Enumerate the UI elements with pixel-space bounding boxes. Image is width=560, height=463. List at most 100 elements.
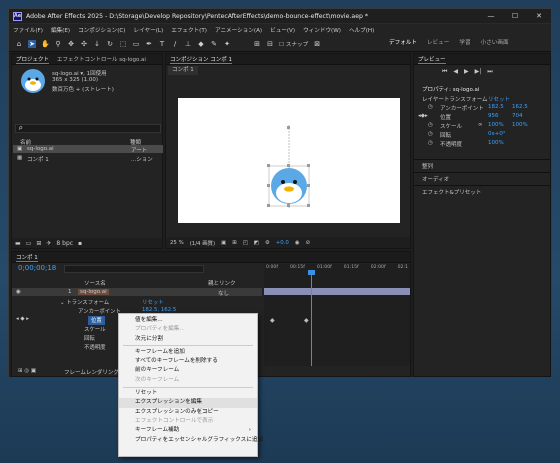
hand-tool-icon[interactable]: ✋ (41, 40, 50, 48)
menu-edit-property[interactable]: プロパティを編集... (119, 325, 257, 334)
menu-next-keyframe[interactable]: 次のキーフレーム (119, 376, 257, 385)
menu-help[interactable]: ヘルプ(H) (349, 26, 374, 34)
panel-audio[interactable]: オーディオ (422, 175, 449, 183)
parent-select[interactable]: なし (218, 289, 229, 297)
channel-icon[interactable]: ◩ (254, 240, 259, 246)
menu-add-to-essential-graphics[interactable]: プロパティをエッセンシャルグラフィックスに追加 (119, 436, 263, 445)
folder-icon[interactable]: ▭ (26, 240, 32, 247)
menu-window[interactable]: ウィンドウ(W) (303, 26, 341, 34)
last-frame-icon[interactable]: ⏭ (487, 68, 492, 76)
brush-tool-icon[interactable]: / (171, 40, 179, 48)
selection-tool-icon[interactable]: ➤ (28, 39, 36, 48)
tab-composition[interactable]: コンポジション コンポ 1 (170, 55, 232, 64)
trash-icon[interactable]: ▪ (78, 240, 82, 247)
panel-align[interactable]: 整列 (422, 162, 433, 170)
timeline-graph[interactable]: 0:00f 00:15f 01:00f 01:15f 02:00f 02:1 ◆… (264, 264, 410, 366)
interpret-icon[interactable]: ▬ (15, 240, 21, 247)
timeline-footer-icons[interactable]: ⊞ ◎ ▣ (18, 368, 36, 374)
menu-view[interactable]: ビュー(V) (270, 26, 295, 34)
zoom-select[interactable]: 25 % (170, 240, 184, 246)
panel-effects-presets[interactable]: エフェクト&プリセット (422, 188, 481, 196)
tl-prop-opacity[interactable]: 不透明度 (84, 343, 106, 352)
first-frame-icon[interactable]: ⏮ (442, 68, 447, 76)
tab-preview[interactable]: プレビュー (418, 55, 446, 64)
color-icon[interactable]: ⚙ (265, 240, 270, 246)
menu-composition[interactable]: コンポジション(C) (78, 26, 125, 34)
playhead-handle[interactable] (308, 270, 315, 275)
timeline-time[interactable]: 0;00;00;18 (18, 264, 56, 272)
menu-add-keyframe[interactable]: キーフレームを追加 (119, 348, 257, 357)
play-icon[interactable]: ▶ (464, 68, 469, 76)
prop-rotation-v1[interactable]: 0x+0° (488, 131, 506, 137)
keyframe-nav-icon[interactable]: ◂◆▸ (418, 113, 428, 119)
home-icon[interactable]: ⌂ (15, 40, 23, 48)
pen-tool-icon[interactable]: ✒ (145, 40, 153, 48)
workspace-learn[interactable]: 学習 (459, 38, 470, 46)
workspace-default[interactable]: デフォルト (389, 38, 417, 46)
grid-icon[interactable]: ⊞ (232, 240, 237, 246)
workspace-small[interactable]: 小さい画面 (481, 38, 509, 46)
tab-project[interactable]: プロジェクト (16, 55, 50, 64)
next-frame-icon[interactable]: ▶| (475, 68, 482, 76)
transform-reset[interactable]: リセット (488, 95, 510, 103)
exposure-value[interactable]: +0.0 (276, 240, 289, 246)
bpc-label[interactable]: 8 bpc (56, 240, 73, 247)
roto-tool-icon[interactable]: ✎ (210, 40, 218, 48)
tl-prop-rotation[interactable]: 回転 (84, 334, 95, 343)
snap-toggle[interactable]: ☐ スナップ (279, 40, 308, 48)
playhead[interactable] (311, 272, 312, 366)
menu-edit-expression[interactable]: エクスプレッションを編集 (119, 398, 257, 408)
transform-group[interactable]: ⌄ トランスフォーム (60, 298, 109, 307)
stopwatch-icon[interactable]: ◷ (428, 131, 433, 137)
eraser-tool-icon[interactable]: ◆ (197, 40, 205, 48)
workspace-review[interactable]: レビュー (427, 38, 449, 46)
comp-subtab[interactable]: コンポ 1 (168, 66, 198, 75)
rect-tool-icon[interactable]: ▭ (132, 40, 140, 48)
orbit-tool-icon[interactable]: ✥ (67, 40, 75, 48)
close-button[interactable]: ✕ (527, 12, 551, 20)
new-comp-icon[interactable]: ⊞ (36, 240, 41, 247)
region-icon[interactable]: ▣ (221, 240, 226, 246)
tab-timeline[interactable]: コンポ 1 (16, 253, 38, 262)
project-item[interactable]: ▦ コンポ 1 ...ション (13, 154, 163, 163)
layer-row[interactable]: ◉ 1 sq-logo.ai なし (12, 288, 262, 297)
settings-icon[interactable]: ✈ (46, 240, 51, 247)
menu-edit-value[interactable]: 値を編集... (119, 316, 257, 325)
menu-edit[interactable]: 編集(E) (51, 26, 70, 34)
link-icon[interactable]: ∞ (478, 122, 483, 128)
menu-show-in-effect-controls[interactable]: エフェクトコントロールで表示 (119, 417, 257, 426)
prop-position-v2[interactable]: 704 (512, 113, 523, 119)
show-snapshot-icon[interactable]: ⊘ (306, 240, 311, 246)
snap-options-icon[interactable]: ⊠ (313, 40, 321, 48)
anchor-tool-icon[interactable]: ⬚ (119, 40, 127, 48)
timeline-search-input[interactable] (64, 265, 204, 273)
prop-position-v1[interactable]: 956 (488, 113, 499, 119)
maximize-button[interactable]: ☐ (503, 12, 527, 20)
prop-anchor-v2[interactable]: 162.5 (512, 104, 528, 110)
tl-prop-scale[interactable]: スケール (84, 325, 106, 334)
stopwatch-icon[interactable]: ◷ (428, 140, 433, 146)
text-tool-icon[interactable]: T (158, 40, 166, 48)
prop-scale-v1[interactable]: 100% (488, 122, 504, 128)
menu-effect[interactable]: エフェクト(T) (171, 26, 207, 34)
menu-prev-keyframe[interactable]: 前のキーフレーム (119, 366, 257, 375)
menu-file[interactable]: ファイル(F) (13, 26, 43, 34)
stopwatch-icon[interactable]: ◷ (428, 104, 433, 110)
keyframe-nav-icon[interactable]: ◂ ◆ ▸ (16, 316, 29, 325)
prop-scale-v2[interactable]: 100% (512, 122, 528, 128)
puppet-tool-icon[interactable]: ✦ (223, 40, 231, 48)
quality-select[interactable]: (1/4 画質) (190, 239, 215, 247)
dolly-tool-icon[interactable]: ↓ (93, 40, 101, 48)
snapshot-icon[interactable]: ◉ (295, 240, 300, 246)
layer-name[interactable]: sq-logo.ai (78, 289, 109, 295)
tab-effect-controls[interactable]: エフェクトコントロール sq-logo.ai (57, 55, 146, 63)
clone-tool-icon[interactable]: ⊥ (184, 40, 192, 48)
timeline-reset[interactable]: リセット (142, 298, 164, 307)
menu-layer[interactable]: レイヤー(L) (134, 26, 164, 34)
menu-delete-keyframes[interactable]: すべてのキーフレームを削除する (119, 357, 257, 366)
eye-icon[interactable]: ◉ (16, 289, 21, 295)
zoom-tool-icon[interactable]: ⚲ (54, 40, 62, 48)
project-item-selected[interactable]: ▣ sq-logo.ai アート (13, 145, 163, 154)
move-tool-icon[interactable]: ✣ (80, 40, 88, 48)
menu-reset[interactable]: リセット (119, 389, 257, 398)
